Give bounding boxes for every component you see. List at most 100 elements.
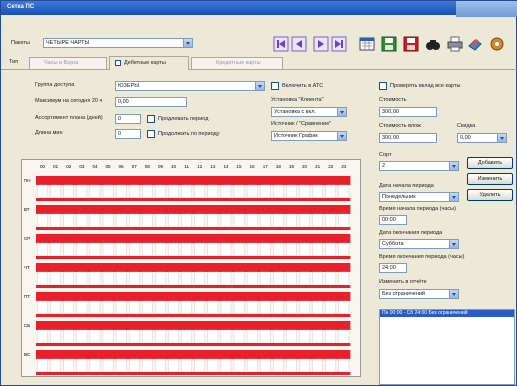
grid-cell[interactable] — [207, 300, 219, 315]
grid-cell[interactable] — [128, 242, 140, 257]
grid-cell[interactable] — [76, 184, 88, 199]
grid-cell[interactable] — [312, 300, 323, 315]
grid-cell[interactable] — [259, 329, 271, 344]
grid-cell[interactable] — [286, 213, 297, 228]
grid-cell[interactable] — [168, 242, 179, 257]
grid-cell[interactable] — [299, 300, 310, 315]
add-button[interactable]: Добавить — [467, 157, 513, 169]
grid-cell[interactable] — [299, 213, 310, 228]
grid-cell[interactable] — [50, 300, 61, 315]
print-icon[interactable] — [447, 36, 463, 52]
grid-cell[interactable] — [37, 213, 48, 228]
grid-cell[interactable] — [233, 358, 245, 373]
grid-cell[interactable] — [128, 358, 140, 373]
grid-cell[interactable] — [312, 329, 323, 344]
grid-cell[interactable] — [246, 271, 258, 286]
card-select[interactable]: 2 — [379, 161, 459, 171]
grid-cell[interactable] — [259, 184, 271, 199]
grid-cell[interactable] — [102, 242, 114, 257]
grid-cell[interactable] — [155, 329, 166, 344]
settings-icon[interactable] — [489, 36, 505, 52]
grid-cell[interactable] — [142, 329, 153, 344]
grid-cell[interactable] — [273, 358, 284, 373]
grid-cell[interactable] — [155, 358, 166, 373]
grid-cell[interactable] — [338, 271, 350, 286]
grid-cell[interactable] — [181, 271, 192, 286]
grid-cell[interactable] — [286, 300, 297, 315]
grid-cell[interactable] — [299, 271, 310, 286]
grid-cell[interactable] — [89, 300, 101, 315]
grid-cell[interactable] — [76, 242, 88, 257]
grid-cell[interactable] — [63, 329, 75, 344]
max-field[interactable]: 0,00 — [115, 97, 187, 107]
grid-cell[interactable] — [299, 329, 310, 344]
grid-cell[interactable] — [273, 329, 284, 344]
start-select[interactable]: Понедельник — [379, 192, 459, 202]
grid-cell[interactable] — [50, 213, 61, 228]
delete-icon[interactable] — [403, 36, 419, 52]
days-checkbox[interactable] — [147, 130, 155, 138]
grid-cell[interactable] — [63, 242, 75, 257]
end-time-field[interactable]: 24:00 — [379, 263, 407, 273]
grid-cell[interactable] — [233, 300, 245, 315]
grid-cell[interactable] — [181, 329, 192, 344]
install-select[interactable]: Установка с вкл. — [271, 107, 347, 117]
grid-cell[interactable] — [325, 329, 337, 344]
grid-cell[interactable] — [168, 329, 179, 344]
last-icon[interactable] — [331, 36, 347, 52]
grid-cell[interactable] — [312, 271, 323, 286]
change-button[interactable]: Изменить — [467, 173, 513, 185]
grid-cell[interactable] — [89, 242, 101, 257]
grid-cell[interactable] — [325, 242, 337, 257]
grid-cell[interactable] — [312, 184, 323, 199]
grid-cell[interactable] — [286, 329, 297, 344]
grid-cell[interactable] — [102, 271, 114, 286]
grid-cell[interactable] — [259, 300, 271, 315]
grid-cell[interactable] — [286, 271, 297, 286]
grid-cell[interactable] — [63, 213, 75, 228]
grid-cell[interactable] — [194, 242, 205, 257]
grid-cell[interactable] — [273, 184, 284, 199]
grid-cell[interactable] — [89, 358, 101, 373]
grid-cell[interactable] — [37, 184, 48, 199]
grid-cell[interactable] — [338, 358, 350, 373]
grid-cell[interactable] — [273, 213, 284, 228]
grid-cell[interactable] — [76, 300, 88, 315]
grid-cell[interactable] — [312, 242, 323, 257]
grid-cell[interactable] — [155, 184, 166, 199]
grid-cell[interactable] — [259, 271, 271, 286]
grid-cell[interactable] — [325, 184, 337, 199]
grid-cell[interactable] — [181, 358, 192, 373]
grid-cell[interactable] — [37, 358, 48, 373]
grid-cell[interactable] — [89, 213, 101, 228]
grid-cell[interactable] — [76, 271, 88, 286]
grid-cell[interactable] — [50, 242, 61, 257]
limit-field[interactable]: 0 — [115, 114, 141, 124]
grid-cell[interactable] — [76, 329, 88, 344]
grid-cell[interactable] — [338, 184, 350, 199]
grid-cell[interactable] — [246, 213, 258, 228]
grid-cell[interactable] — [142, 213, 153, 228]
grid-cell[interactable] — [128, 184, 140, 199]
grid-cell[interactable] — [207, 271, 219, 286]
grid-cell[interactable] — [142, 184, 153, 199]
first-icon[interactable] — [273, 36, 289, 52]
grid-cell[interactable] — [233, 184, 245, 199]
prev-icon[interactable] — [291, 36, 307, 52]
grid-cell[interactable] — [50, 329, 61, 344]
grid-cell[interactable] — [115, 358, 127, 373]
grid-cell[interactable] — [37, 271, 48, 286]
grid-cell[interactable] — [128, 271, 140, 286]
calendar-icon[interactable] — [359, 36, 375, 52]
grid-cell[interactable] — [273, 242, 284, 257]
source-select[interactable]: Источник График — [271, 131, 347, 141]
grid-cell[interactable] — [181, 184, 192, 199]
grid-cell[interactable] — [115, 300, 127, 315]
grid-cell[interactable] — [299, 184, 310, 199]
list-item[interactable]: Пн 00:00 - Сб 24:00 Без ограничений — [380, 310, 514, 317]
grid-cell[interactable] — [102, 358, 114, 373]
grid-cell[interactable] — [259, 242, 271, 257]
grid-cell[interactable] — [194, 300, 205, 315]
grid-cell[interactable] — [325, 300, 337, 315]
grid-cell[interactable] — [63, 300, 75, 315]
